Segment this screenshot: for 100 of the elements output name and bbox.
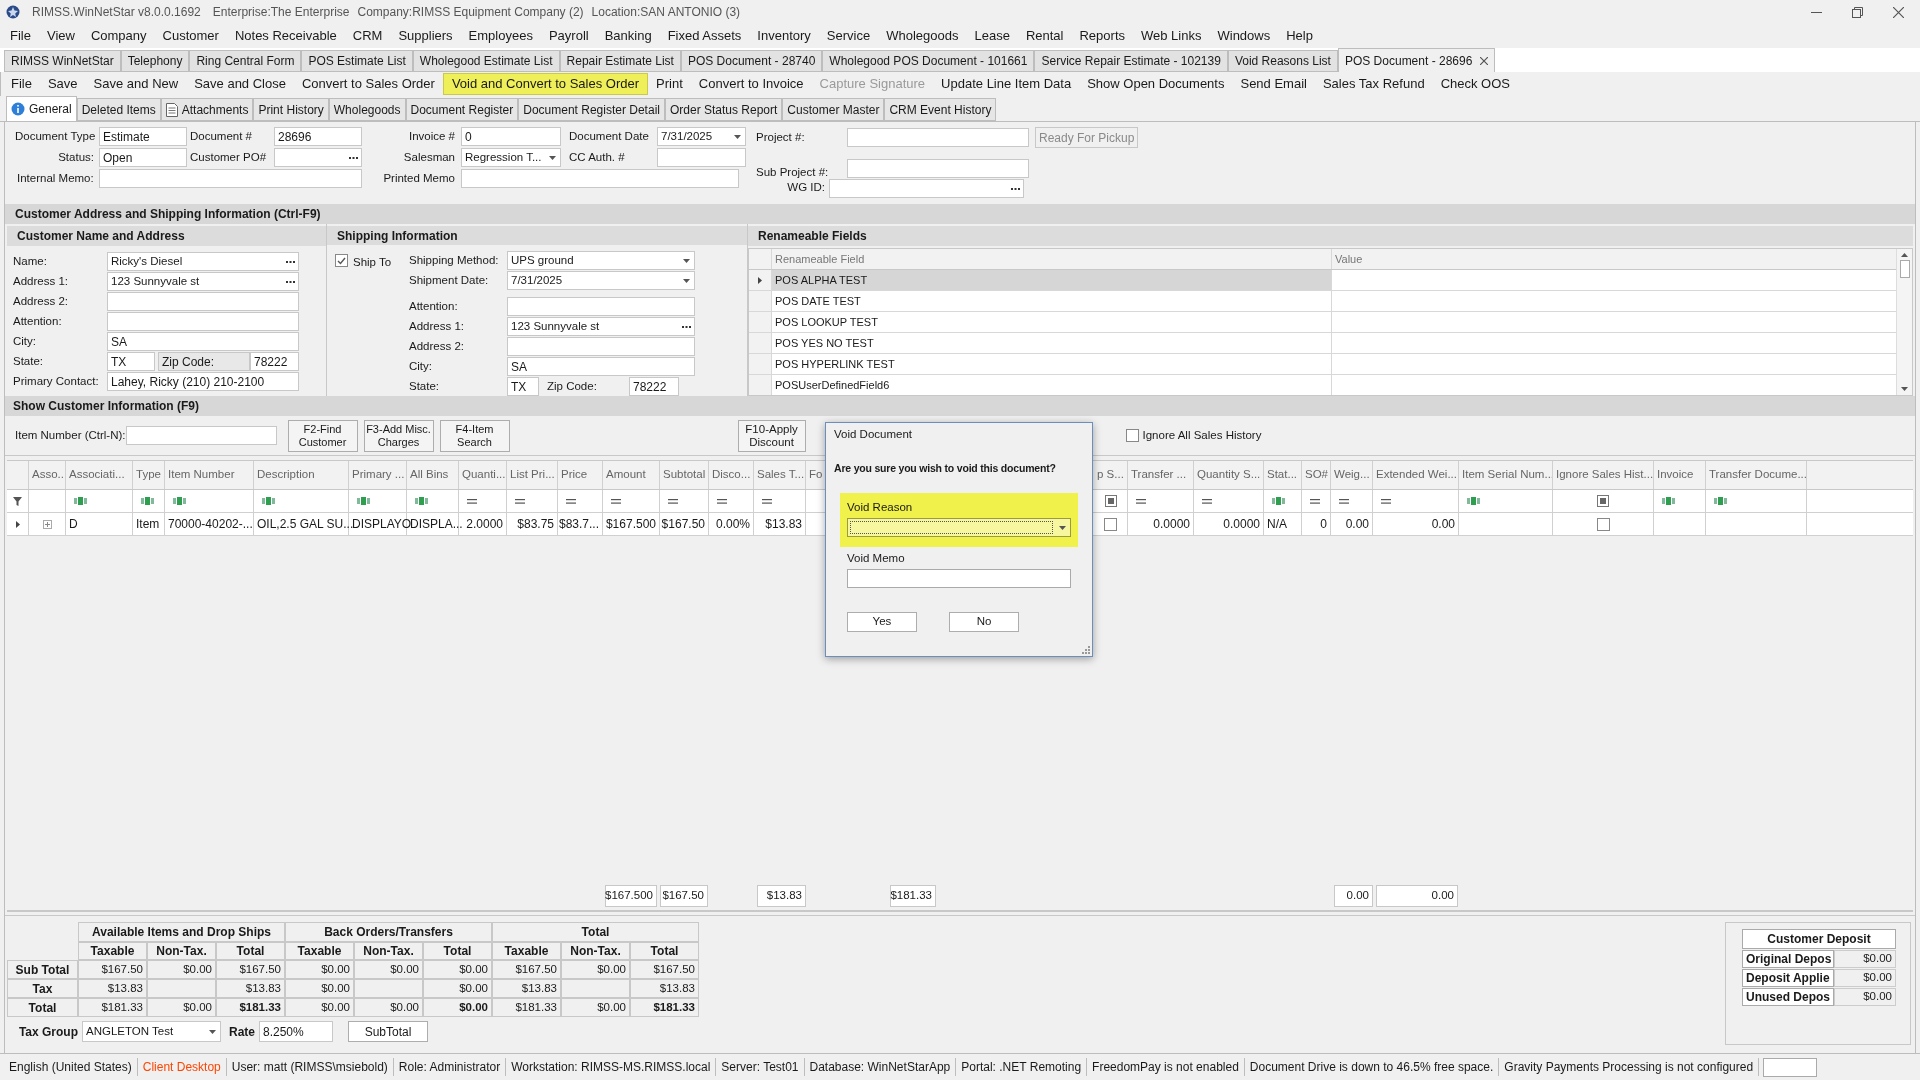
menu-item[interactable]: Help — [1278, 26, 1321, 46]
row-checkbox[interactable] — [1104, 517, 1117, 531]
equals-filter-icon[interactable] — [467, 498, 477, 504]
column-header[interactable]: Description — [254, 461, 349, 489]
document-number-field[interactable]: 28696 — [274, 127, 362, 146]
equals-filter-icon[interactable] — [668, 498, 678, 504]
text-filter-icon[interactable] — [1272, 497, 1286, 505]
menu-item[interactable]: Company — [82, 26, 155, 46]
section-tab[interactable]: General — [6, 96, 77, 121]
column-header[interactable]: p S... — [1094, 461, 1128, 489]
scroll-thumb[interactable] — [1899, 260, 1910, 278]
toolbar-button[interactable]: Send Email — [1232, 73, 1315, 95]
menu-item[interactable]: Suppliers — [390, 26, 461, 46]
toolbar-button[interactable]: Convert to Sales Order — [293, 73, 443, 95]
menu-item[interactable]: Notes Receivable — [226, 26, 345, 46]
shipping-field[interactable] — [507, 297, 695, 316]
equals-filter-icon[interactable] — [566, 498, 576, 504]
document-date-field[interactable]: 7/31/2025 — [657, 127, 746, 146]
column-header[interactable]: Invoice — [1654, 461, 1706, 489]
column-header[interactable]: Renameable Field — [772, 249, 1332, 269]
checkbox-filter-icon[interactable] — [1104, 495, 1117, 507]
text-filter-icon[interactable] — [262, 497, 276, 505]
filter-icon[interactable] — [13, 496, 22, 506]
column-header[interactable]: Associati... — [66, 461, 133, 489]
customer-field[interactable]: 123 Sunnyvale st — [107, 272, 299, 291]
equals-filter-icon[interactable] — [515, 498, 525, 504]
menu-item[interactable]: Reports — [1071, 26, 1133, 46]
column-header[interactable]: Price — [558, 461, 603, 489]
customer-field[interactable] — [107, 292, 299, 311]
text-filter-icon[interactable] — [74, 497, 88, 505]
resize-grip-icon[interactable] — [1082, 646, 1090, 654]
document-tab[interactable]: Wholegood Estimate List — [412, 50, 560, 72]
document-tab[interactable]: Ring Central Form — [189, 50, 302, 72]
section-tab[interactable]: Customer Master — [782, 98, 885, 121]
checkbox-filter-icon[interactable] — [1597, 495, 1609, 507]
function-button[interactable]: F4-Item Search — [439, 419, 510, 452]
menu-item[interactable]: Fixed Assets — [659, 26, 750, 46]
table-row[interactable]: POS ALPHA TEST — [749, 270, 1896, 291]
section-tab[interactable]: Document Register — [405, 98, 519, 121]
state-field[interactable]: TX — [107, 352, 155, 371]
text-filter-icon[interactable] — [1467, 497, 1481, 505]
minimize-icon[interactable] — [1811, 11, 1822, 13]
document-tab[interactable]: Telephony — [120, 50, 190, 72]
shipping-field[interactable]: 123 Sunnyvale st — [507, 317, 695, 336]
column-header[interactable]: Value — [1332, 249, 1896, 269]
column-header[interactable]: Item Number — [165, 461, 254, 489]
document-tab[interactable]: POS Document - 28696 — [1337, 48, 1496, 72]
item-number-field[interactable] — [125, 426, 277, 445]
shipping-field[interactable]: UPS ground — [507, 251, 695, 270]
column-header[interactable]: All Bins — [407, 461, 459, 489]
toolbar-button[interactable]: Convert to Invoice — [690, 73, 812, 95]
tax-group-dropdown[interactable]: ANGLETON Test — [82, 1021, 221, 1042]
ship-to-checkbox[interactable] — [335, 254, 348, 267]
status-field[interactable]: Open — [99, 148, 187, 167]
invoice-field[interactable]: 0 — [461, 127, 561, 146]
void-memo-field[interactable] — [847, 569, 1071, 588]
menu-item[interactable]: Inventory — [749, 26, 819, 46]
sub-project-field[interactable] — [847, 159, 1029, 178]
section-tab[interactable]: Attachments — [160, 98, 254, 121]
equals-filter-icon[interactable] — [611, 498, 621, 504]
ignore-history-checkbox[interactable] — [1125, 429, 1139, 442]
toolbar-button[interactable]: Update Line Item Data — [933, 73, 1080, 95]
text-filter-icon[interactable] — [141, 497, 155, 505]
menu-item[interactable]: Web Links — [1133, 26, 1210, 46]
column-header[interactable]: Subtotal — [660, 461, 709, 489]
state-field[interactable]: TX — [507, 377, 539, 396]
column-header[interactable]: Quantity S... — [1194, 461, 1264, 489]
column-header[interactable]: SO# — [1302, 461, 1331, 489]
scroll-up-icon[interactable] — [1901, 253, 1908, 257]
column-header[interactable]: Quanti... — [459, 461, 507, 489]
function-button[interactable]: F2-Find Customer — [287, 419, 358, 452]
menu-item[interactable]: CRM — [344, 26, 391, 46]
column-header[interactable]: Primary ... — [349, 461, 407, 489]
section-tab[interactable]: Wholegoods — [328, 98, 406, 121]
toolbar-button[interactable]: Save — [39, 73, 86, 95]
equals-filter-icon[interactable] — [1136, 498, 1146, 504]
toolbar-button[interactable]: Save and Close — [186, 73, 294, 95]
text-filter-icon[interactable] — [173, 497, 187, 505]
rate-field[interactable]: 8.250% — [259, 1021, 333, 1042]
internal-memo-field[interactable] — [99, 169, 362, 188]
cc-auth-field[interactable] — [657, 148, 746, 167]
table-row[interactable]: POS HYPERLINK TEST — [749, 354, 1896, 375]
document-tab[interactable]: POS Document - 28740 — [680, 50, 823, 72]
shipping-field[interactable] — [507, 337, 695, 356]
zip-code-field[interactable]: 78222 — [629, 377, 679, 396]
column-header[interactable]: Stat... — [1264, 461, 1302, 489]
dialog-button[interactable]: No — [949, 612, 1019, 632]
wg-id-field[interactable] — [829, 178, 1024, 198]
menu-item[interactable]: Rental — [1017, 26, 1072, 46]
table-row[interactable]: POS LOOKUP TEST — [749, 312, 1896, 333]
close-icon[interactable] — [1480, 56, 1489, 65]
customer-po-field[interactable] — [274, 148, 362, 167]
document-tab[interactable]: Service Repair Estimate - 102139 — [1034, 50, 1228, 72]
menu-item[interactable]: Windows — [1209, 26, 1279, 46]
document-type-field[interactable]: Estimate — [99, 127, 187, 146]
customer-field[interactable]: Ricky's Diesel — [107, 252, 299, 271]
scrollbar[interactable] — [1896, 249, 1912, 395]
salesman-dropdown[interactable]: Regression T... — [461, 148, 561, 167]
equals-filter-icon[interactable] — [1339, 498, 1349, 504]
subtotal-button[interactable]: SubTotal — [348, 1021, 428, 1042]
